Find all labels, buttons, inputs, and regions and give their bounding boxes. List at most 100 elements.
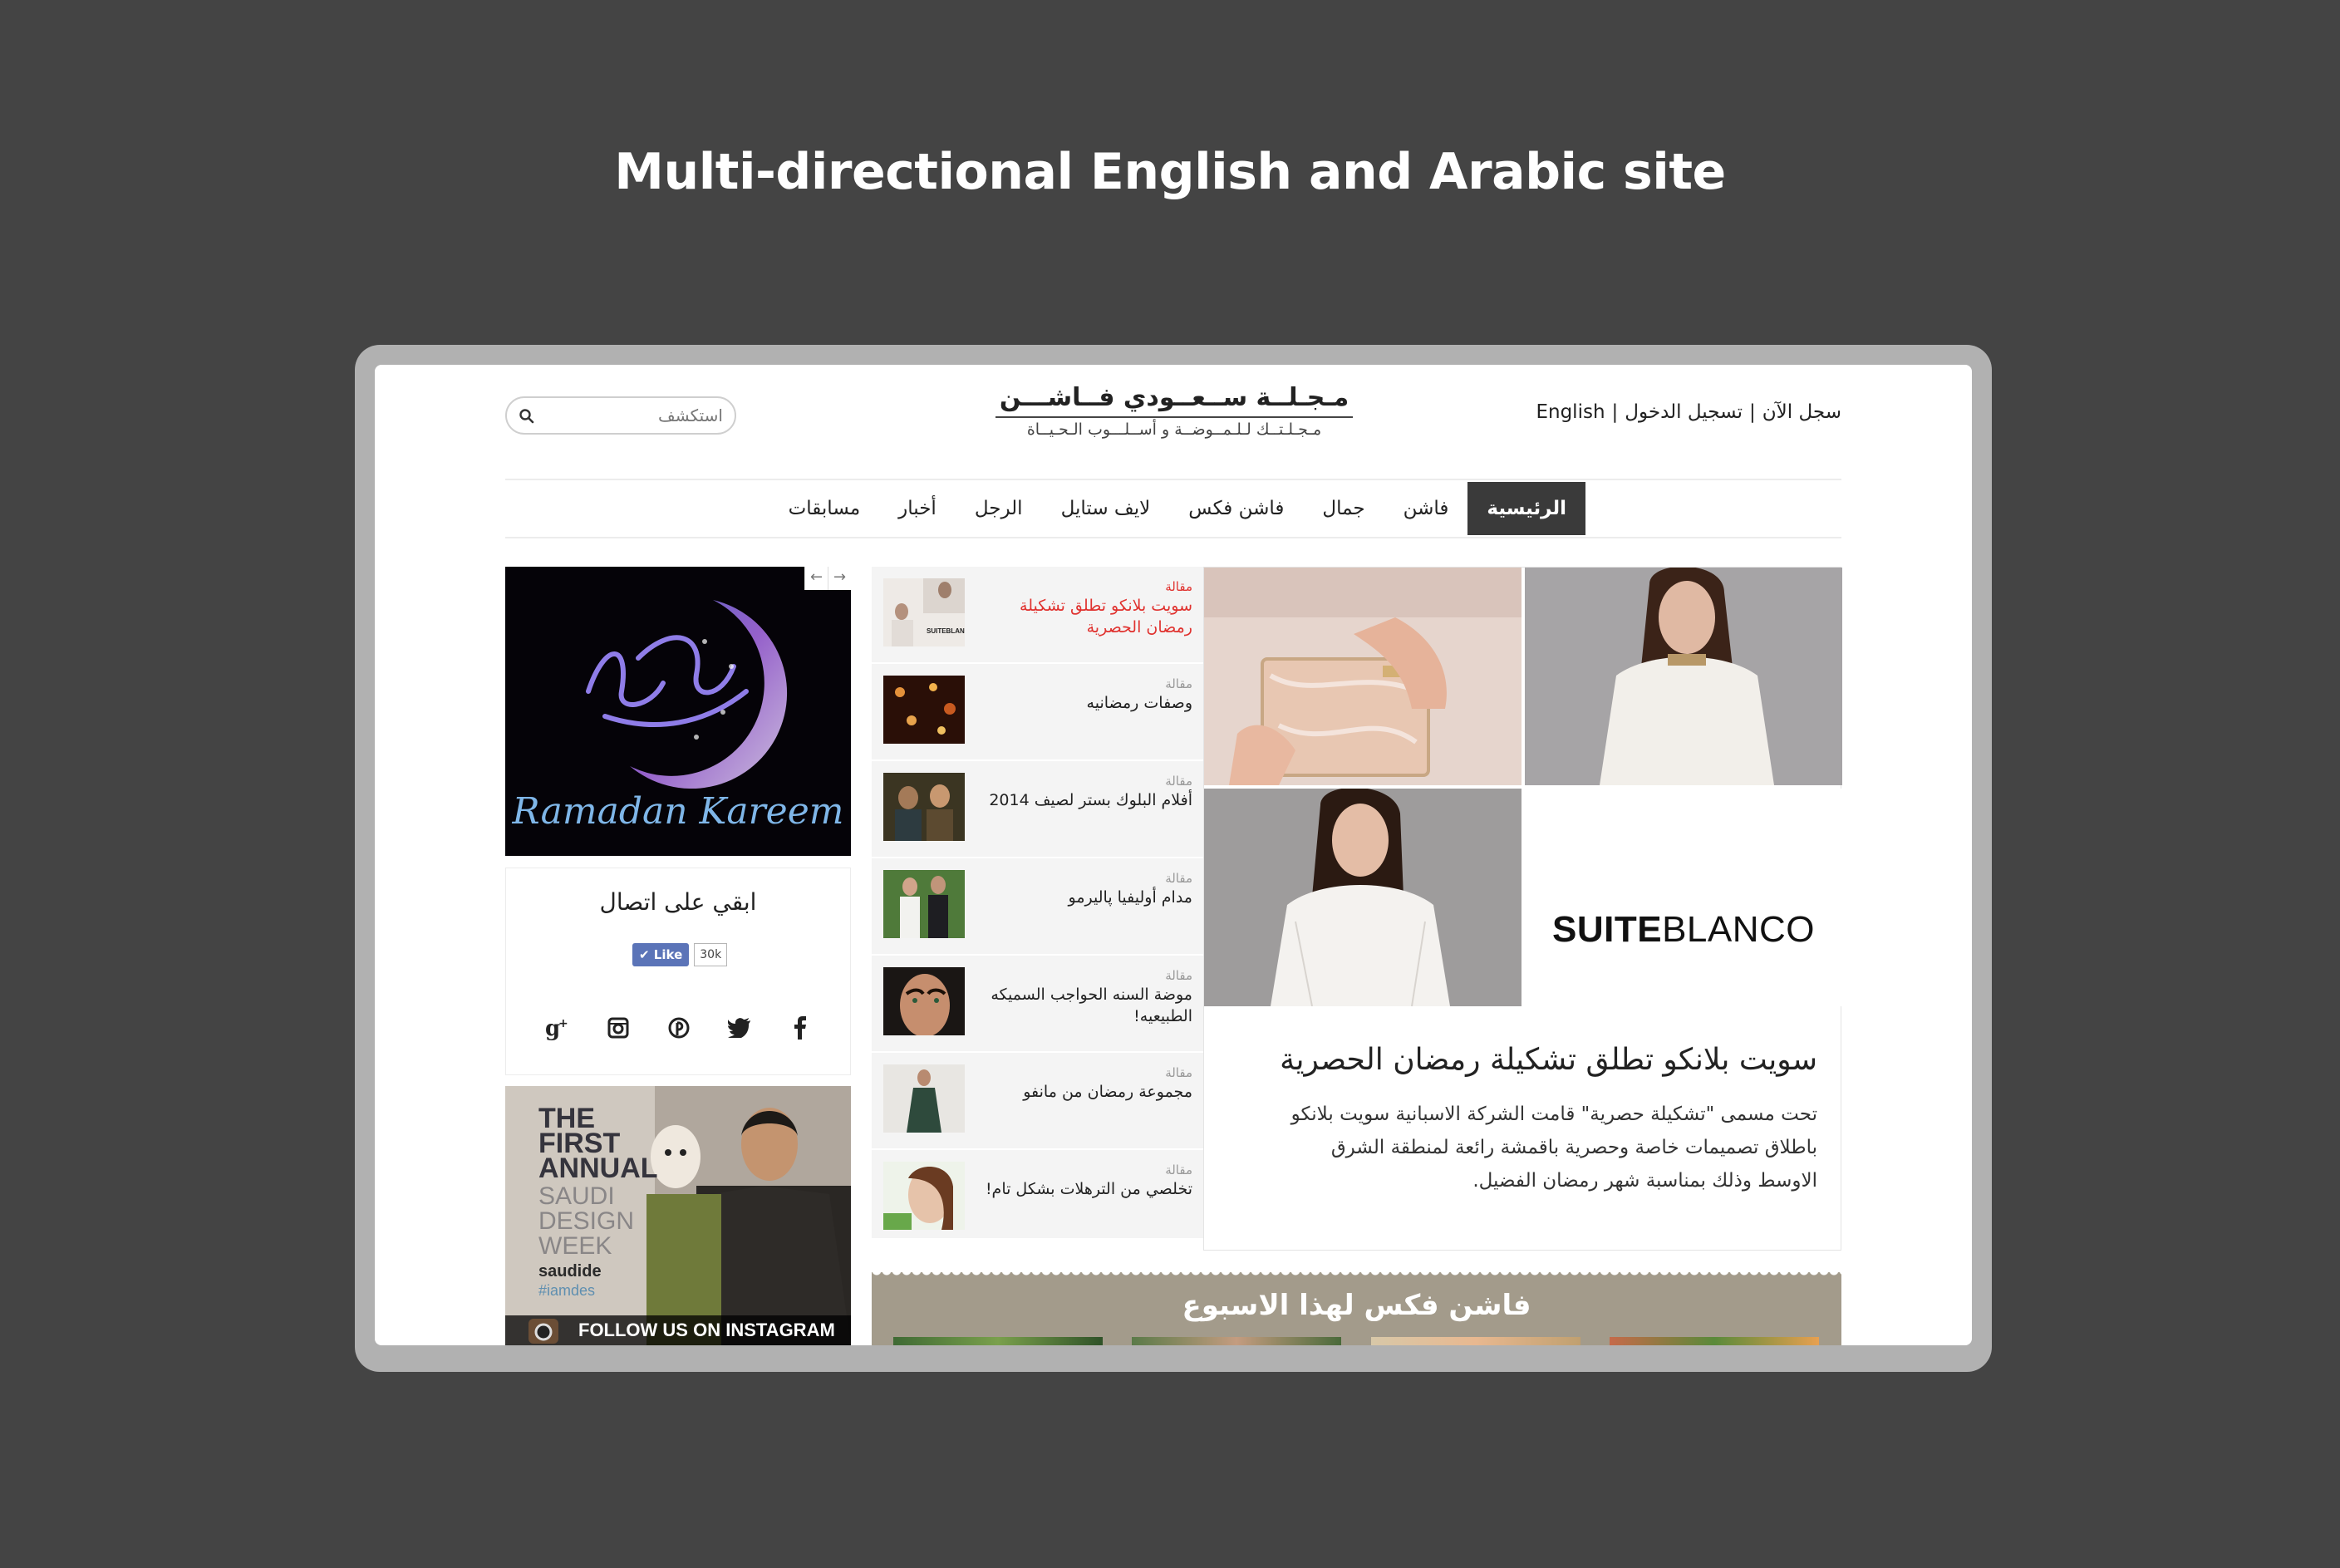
site-logo[interactable]: مـجـلــة ســعــودي فــاشـــن مـجـلـتــك …	[995, 381, 1353, 448]
article-title: سويت بلانكو تطلق تشكيلة رمضان الحصرية	[1020, 597, 1192, 637]
nav-item-home[interactable]: الرئيسية	[1467, 482, 1585, 535]
ramadan-banner-text: Ramadan Kareem	[512, 790, 844, 833]
article-tag: مقالة	[1165, 774, 1192, 789]
weekly-thumbnails	[893, 1337, 1819, 1345]
login-link[interactable]: تسجيل الدخول	[1625, 401, 1743, 423]
nav-item-news[interactable]: أخبار	[879, 482, 956, 535]
featured-photo-clutch	[1204, 568, 1521, 785]
list-item-text: مقالة موضة السنه الحواجب السميكه الطبيعي…	[975, 967, 1192, 1027]
brand-tile: SUITEBLANCO	[1525, 789, 1842, 1006]
list-item[interactable]: مقالة أفلام البلوك بستر لصيف 2014	[872, 761, 1204, 858]
featured-article-excerpt: تحت مسمى "تشكيلة حصرية" قامت الشركة الاس…	[1290, 1103, 1817, 1192]
article-thumbnail	[883, 1162, 965, 1230]
list-item[interactable]: مقالة مدام أوليفيا پاليرمو	[872, 858, 1204, 956]
search-icon[interactable]	[519, 408, 535, 425]
list-item[interactable]: مقالة مجموعة رمضان من مانفو	[872, 1053, 1204, 1150]
language-switch-link[interactable]: English	[1536, 401, 1605, 423]
google-plus-icon[interactable]: g +	[539, 1010, 576, 1046]
article-title: مجموعة رمضان من مانفو	[1023, 1083, 1192, 1101]
article-thumbnail: SUITEBLANCO	[883, 578, 965, 646]
twitter-icon[interactable]	[721, 1010, 758, 1046]
featured-photo-model-lace	[1204, 789, 1521, 1006]
weekly-thumbnail[interactable]	[1370, 1337, 1580, 1345]
page-heading: Multi-directional English and Arabic sit…	[614, 143, 1726, 201]
brand-light: BLANCO	[1662, 909, 1816, 950]
browser-screen: سجل الآن | تسجيل الدخول | English مـجـلــة س…	[375, 365, 1972, 1345]
weekly-thumbnail[interactable]	[893, 1337, 1103, 1345]
slide-next-arrow[interactable]: →	[828, 567, 851, 590]
logo-title: مـجـلــة ســعــودي فــاشـــن	[995, 381, 1353, 418]
headline-line: ANNUAL	[538, 1153, 658, 1184]
list-item[interactable]: مقالة موضة السنه الحواجب السميكه الطبيعي…	[872, 956, 1204, 1053]
article-title: تخلصي من الترهلات بشكل تام!	[985, 1180, 1192, 1198]
nav-item-lifestyle[interactable]: لايف ستايل	[1042, 482, 1170, 535]
slide-prev-arrow[interactable]: ←	[804, 567, 828, 590]
article-tag: مقالة	[1165, 676, 1192, 691]
nav-item-fashion[interactable]: فاشن	[1384, 482, 1468, 535]
nav-item-contests[interactable]: مسابقات	[769, 482, 880, 535]
list-item-text: مقالة سويت بلانكو تطلق تشكيلة رمضان الحص…	[975, 578, 1192, 638]
ramadan-banner[interactable]: ← → Ramadan Kareem	[505, 567, 851, 856]
article-list: SUITEBLANCO مقالة سويت بلانكو تطلق تشكيل…	[872, 567, 1204, 1247]
article-tag: مقالة	[1165, 871, 1192, 886]
nav-item-fashion-fix[interactable]: فاشن فكس	[1169, 482, 1303, 535]
stay-connected-widget: ابقي على اتصال ✔ Like 30k g +	[505, 868, 851, 1075]
article-title: موضة السنه الحواجب السميكه الطبيعيه!	[991, 986, 1192, 1025]
like-count: 30k	[694, 943, 728, 966]
article-thumbnail	[883, 676, 965, 744]
weekly-section-title: فاشن فكس لهذا الاسبوع	[1182, 1289, 1531, 1322]
instagram-handle: saudide	[538, 1262, 602, 1280]
nav-item-men[interactable]: الرجل	[956, 482, 1042, 535]
article-tag: مقالة	[1165, 579, 1192, 594]
instagram-hashtag: #iamdes	[538, 1282, 596, 1299]
featured-article-title[interactable]: سويت بلانكو تطلق تشكيلة رمضان الحصرية	[1280, 1043, 1817, 1077]
article-thumbnail	[883, 870, 965, 938]
article-tag: مقالة	[1165, 1162, 1192, 1177]
facebook-like-button[interactable]: ✔ Like	[632, 943, 690, 966]
auth-links: سجل الآن | تسجيل الدخول | English	[1536, 401, 1841, 423]
list-item[interactable]: مقالة تخلصي من الترهلات بشكل تام!	[872, 1150, 1204, 1247]
separator: |	[1749, 401, 1756, 423]
social-icons: g +	[539, 1010, 819, 1046]
like-label: Like	[653, 947, 683, 962]
main-nav: الرئيسية فاشن جمال فاشن فكس لايف ستايل ا…	[505, 479, 1841, 538]
instagram-subtitle: SAUDI DESIGN WEEK	[538, 1182, 635, 1260]
instagram-icon[interactable]	[600, 1010, 637, 1046]
list-item[interactable]: مقالة وصفات رمضانيه	[872, 664, 1204, 761]
list-item-text: مقالة وصفات رمضانيه	[975, 676, 1192, 714]
article-thumbnail	[883, 967, 965, 1035]
article-title: مدام أوليفيا پاليرمو	[1068, 888, 1192, 907]
featured-photo-model-white	[1525, 568, 1842, 785]
brand-bold: SUITE	[1551, 909, 1663, 950]
stay-connected-title: ابقي على اتصال	[599, 888, 757, 916]
slider-arrows: ← →	[804, 567, 851, 590]
search-box	[505, 396, 736, 435]
list-item-text: مقالة تخلصي من الترهلات بشكل تام!	[975, 1162, 1192, 1200]
svg-text:SUITEBLANCO: SUITEBLANCO	[927, 627, 965, 635]
article-tag: مقالة	[1165, 1065, 1192, 1080]
list-item[interactable]: SUITEBLANCO مقالة سويت بلانكو تطلق تشكيل…	[872, 567, 1204, 664]
article-thumbnail	[883, 773, 965, 841]
list-item-text: مقالة أفلام البلوك بستر لصيف 2014	[975, 773, 1192, 811]
suiteblanco-logo: SUITEBLANCO	[1525, 909, 1842, 951]
logo-tagline: مـجـلـتــك لـلـمــوضــة و أســلـــوب الـ…	[1026, 420, 1322, 439]
website-page: سجل الآن | تسجيل الدخول | English مـجـلــة س…	[505, 365, 1842, 1345]
article-title: وصفات رمضانيه	[1086, 694, 1192, 712]
svg-text:+: +	[558, 1017, 568, 1030]
article-thumbnail	[883, 1064, 965, 1133]
weekly-fashion-fix: فاشن فكس لهذا الاسبوع	[872, 1272, 1841, 1345]
facebook-icon[interactable]	[782, 1010, 819, 1046]
list-item-text: مقالة مجموعة رمضان من مانفو	[975, 1064, 1192, 1103]
scalloped-edge	[872, 1272, 1841, 1279]
pinterest-icon[interactable]	[661, 1010, 697, 1046]
weekly-thumbnail[interactable]	[1609, 1337, 1819, 1345]
instagram-banner[interactable]: THE FIRST ANNUAL SAUDI DESIGN WEEK saudi…	[505, 1086, 851, 1345]
separator: |	[1611, 401, 1619, 423]
featured-article[interactable]: SUITEBLANCO سويت بلانكو تطلق تشكيلة رمضا…	[1203, 567, 1842, 1251]
weekly-thumbnail[interactable]	[1132, 1337, 1342, 1345]
list-item-text: مقالة مدام أوليفيا پاليرمو	[975, 870, 1192, 908]
signup-link[interactable]: سجل الآن	[1762, 401, 1841, 423]
search-input[interactable]	[540, 403, 723, 428]
article-title: أفلام البلوك بستر لصيف 2014	[989, 791, 1192, 809]
nav-item-beauty[interactable]: جمال	[1303, 482, 1384, 535]
